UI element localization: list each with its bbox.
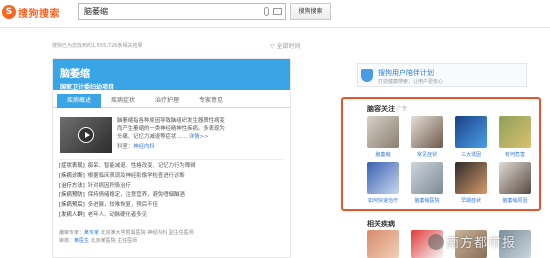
fact-key: [症状表现] [59, 163, 85, 169]
attention-tile[interactable]: 如何快速治疗 [367, 162, 399, 204]
department: 科室：神经内科 [117, 142, 155, 150]
related-diseases-title: 相关疾病 [367, 220, 395, 228]
tab-expert[interactable]: 专家意见 [189, 94, 233, 108]
description-line: 脑萎缩指各种原因导致脑组织发生器质性病变 [117, 118, 225, 124]
tile-label[interactable]: 脑萎缩原因 [499, 197, 531, 204]
tab-overview[interactable]: 疾病概述 [57, 94, 101, 108]
tile-image[interactable] [411, 162, 443, 194]
microphone-icon[interactable] [264, 7, 269, 16]
logo-text: 搜狗搜索 [18, 8, 60, 20]
play-icon[interactable] [78, 127, 94, 143]
fact-value: 保持情绪稳定，注意营养，避免嗜烟酗酒 [87, 192, 185, 199]
keyboard-icon[interactable] [273, 8, 282, 15]
card-title[interactable]: 脑萎缩 [60, 65, 283, 80]
reviewer-label: 审核： [59, 238, 75, 244]
ad-tag: 广告 [397, 106, 408, 112]
search-input[interactable]: 脑萎缩 [84, 4, 108, 19]
department-label: 科室： [117, 144, 134, 150]
disease-facts: [症状表现] 痴呆、智能减退、性格改变、记忆力行为障碍 [疾病诊断] 根据临床表现及… [59, 162, 285, 221]
editor-org: 北京某大学附属医院 神经内科 副主任医师 [100, 230, 194, 236]
watermark-badge-icon [428, 234, 444, 250]
tile-image[interactable] [455, 116, 487, 148]
header-divider [0, 27, 550, 28]
attention-title: 脑容关注 [367, 105, 395, 113]
reviewer-org: 北京某医院 主任医师 [90, 238, 138, 244]
tile-image[interactable] [411, 116, 443, 148]
fact-row: [治疗方法] 针对病因积极治疗 [59, 182, 285, 192]
card-divider [60, 159, 284, 160]
fact-value: 针对病因积极治疗 [87, 182, 131, 189]
tile-image[interactable] [367, 116, 399, 148]
disease-description: 脑萎缩指各种原因导致脑组织发生器质性病变 而产生萎缩的一类神经精神性疾病。多表现… [117, 117, 285, 141]
card-tabs: 疾病概述 疾病症状 治疗护理 专家意见 [53, 94, 290, 108]
fact-row: [疾病预后] 多进展，较难恢复，预后不佳 [59, 201, 285, 211]
fact-row: [症状表现] 痴呆、智能减退、性格改变、记忆力行为障碍 [59, 162, 285, 172]
tile-image[interactable] [499, 162, 531, 194]
fact-value: 根据临床表现及神经影像学检查进行诊断 [87, 172, 185, 179]
editor-label: 编审专家： [59, 230, 85, 236]
disease-knowledge-card: 脑萎缩 国家卫计委妇幼项目 疾病概述 疾病症状 治疗护理 专家意见 脑萎缩指各种… [52, 58, 291, 258]
plan-title[interactable]: 搜狗用户陪伴计划 [378, 68, 434, 78]
related-tile[interactable] [367, 230, 399, 258]
card-subtitle: 国家卫计委妇幼项目 [60, 84, 115, 91]
description-line: 头痛、记忆力减退等症状…… [117, 134, 188, 140]
fact-value: 痴呆、智能减退、性格改变、记忆力行为障碍 [87, 163, 196, 169]
video-thumbnail[interactable] [60, 117, 112, 153]
fact-key: [疾病预后] [59, 202, 85, 209]
tile-label[interactable]: 有何危害 [499, 151, 531, 158]
fact-key: [疾病诊断] [59, 172, 85, 179]
attention-tile[interactable]: 早期症状 [455, 162, 487, 204]
attention-tile[interactable]: 三大诱因 [455, 116, 487, 158]
reviewer-link[interactable]: 某医生 [74, 238, 89, 244]
user-companion-plan[interactable]: 搜狗用户陪伴计划 打造健康搜索，让用户更安心 [357, 63, 527, 87]
tile-label[interactable]: 脑萎缩 [367, 151, 399, 158]
card-header: 脑萎缩 国家卫计委妇幼项目 [53, 59, 290, 91]
attention-tile[interactable]: 常见症状 [411, 116, 443, 158]
editor-link[interactable]: 某专家 [84, 230, 99, 236]
tile-label[interactable]: 常见症状 [411, 151, 443, 158]
attention-tile[interactable]: 脑萎缩医院 [411, 162, 443, 204]
time-filter[interactable]: ▽ 全部时间 [270, 41, 301, 50]
tile-label[interactable]: 早期症状 [455, 197, 487, 204]
fact-row: [疾病诊断] 根据临床表现及神经影像学检查进行诊断 [59, 172, 285, 182]
fact-row: [疾病预防] 保持情绪稳定，注意营养，避免嗜烟酗酒 [59, 191, 285, 201]
sogou-logo-icon: S [2, 5, 16, 19]
fact-key: [发病人群] [59, 211, 85, 218]
fact-key: [治疗方法] [59, 182, 85, 189]
tile-label[interactable]: 如何快速治疗 [367, 197, 399, 204]
fact-value: 多进展，较难恢复，预后不佳 [87, 202, 158, 209]
tab-symptoms[interactable]: 疾病症状 [101, 94, 145, 108]
attention-tile[interactable]: 脑萎缩原因 [499, 162, 531, 204]
search-box[interactable]: 脑萎缩 [78, 3, 286, 20]
fact-row: [发病人群] 老年人、动脉硬化者多见 [59, 211, 285, 221]
tile-image[interactable] [455, 162, 487, 194]
attention-tile[interactable]: 脑萎缩 [367, 116, 399, 158]
fact-value: 老年人、动脉硬化者多见 [87, 211, 148, 218]
sogou-logo[interactable]: S 搜狗搜索 [2, 5, 60, 20]
plan-subtitle: 打造健康搜索，让用户更安心 [378, 79, 444, 85]
description-line: 而产生萎缩的一类神经精神性疾病。多表现为 [117, 126, 225, 132]
shield-icon [361, 69, 373, 82]
tile-label[interactable]: 脑萎缩医院 [411, 197, 443, 204]
tab-treatment[interactable]: 治疗护理 [145, 94, 189, 108]
watermark: 南方都市报 [446, 236, 517, 251]
search-button[interactable]: 搜狗搜索 [290, 3, 331, 20]
tile-label[interactable]: 三大诱因 [455, 151, 487, 158]
tile-image[interactable] [367, 162, 399, 194]
editor-credits: 编审专家：某专家 北京某大学附属医院 神经内科 副主任医师 审核：某医生 北京某… [59, 229, 194, 245]
attention-tile[interactable]: 有何危害 [499, 116, 531, 158]
description-more-link[interactable]: 详情>> [189, 134, 209, 140]
fact-key: [疾病预防] [59, 192, 85, 199]
result-count: 搜狗已为您找到约1,655,726条相关结果 [52, 43, 143, 49]
tile-image[interactable] [499, 116, 531, 148]
department-link[interactable]: 神经内科 [133, 144, 155, 150]
